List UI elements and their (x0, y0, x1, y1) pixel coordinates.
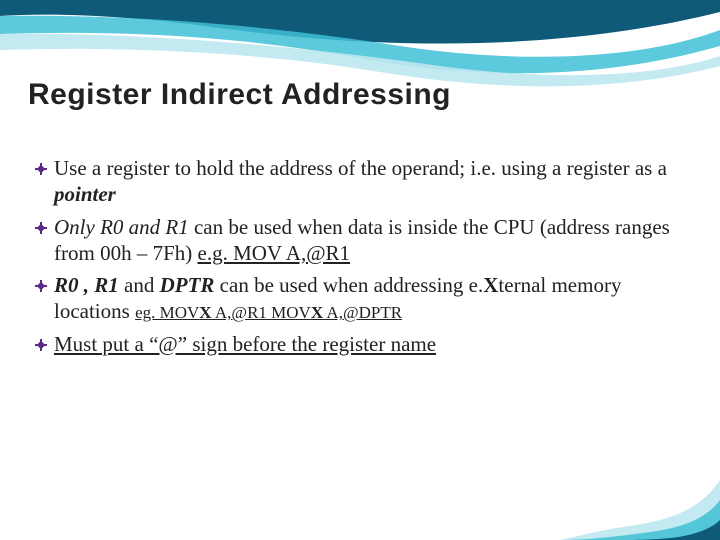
text: X (483, 273, 498, 297)
bullet-text: Must put a “@” sign before the register … (54, 331, 690, 357)
t: eg. MOV (135, 303, 199, 322)
bullet-text: Use a register to hold the address of th… (54, 155, 690, 208)
text: Only R0 and R1 (54, 215, 189, 239)
t: X (311, 303, 323, 322)
text-pointer: pointer (54, 182, 116, 206)
text-example: eg. MOVX A,@R1 MOVX A,@DPTR (135, 303, 402, 322)
bullet-text: Only R0 and R1 can be used when data is … (54, 214, 690, 267)
bullet-icon (28, 331, 54, 357)
slide-title: Register Indirect Addressing (28, 78, 451, 112)
slide: Register Indirect Addressing Use a regis… (0, 0, 720, 540)
t: A,@DPTR (323, 303, 402, 322)
slide-body: Use a register to hold the address of th… (28, 155, 690, 363)
text-example: e.g. MOV A,@R1 (198, 241, 351, 265)
bullet-icon (28, 272, 54, 325)
header-wave-decoration (0, 0, 720, 90)
text: Must put a “@” sign before the register … (54, 332, 436, 356)
bullet-item: Must put a “@” sign before the register … (28, 331, 690, 357)
t: X (199, 303, 211, 322)
text: R0 , R1 (54, 273, 119, 297)
text: DPTR (160, 273, 215, 297)
bullet-icon (28, 155, 54, 208)
bullet-icon (28, 214, 54, 267)
t: A,@R1 MOV (212, 303, 311, 322)
bullet-item: Only R0 and R1 can be used when data is … (28, 214, 690, 267)
text: can be used when addressing e. (214, 273, 483, 297)
text: Use a register to hold the address of th… (54, 156, 667, 180)
bullet-item: Use a register to hold the address of th… (28, 155, 690, 208)
bullet-item: R0 , R1 and DPTR can be used when addres… (28, 272, 690, 325)
corner-wave-decoration (560, 420, 720, 540)
text: and (119, 273, 160, 297)
bullet-text: R0 , R1 and DPTR can be used when addres… (54, 272, 690, 325)
